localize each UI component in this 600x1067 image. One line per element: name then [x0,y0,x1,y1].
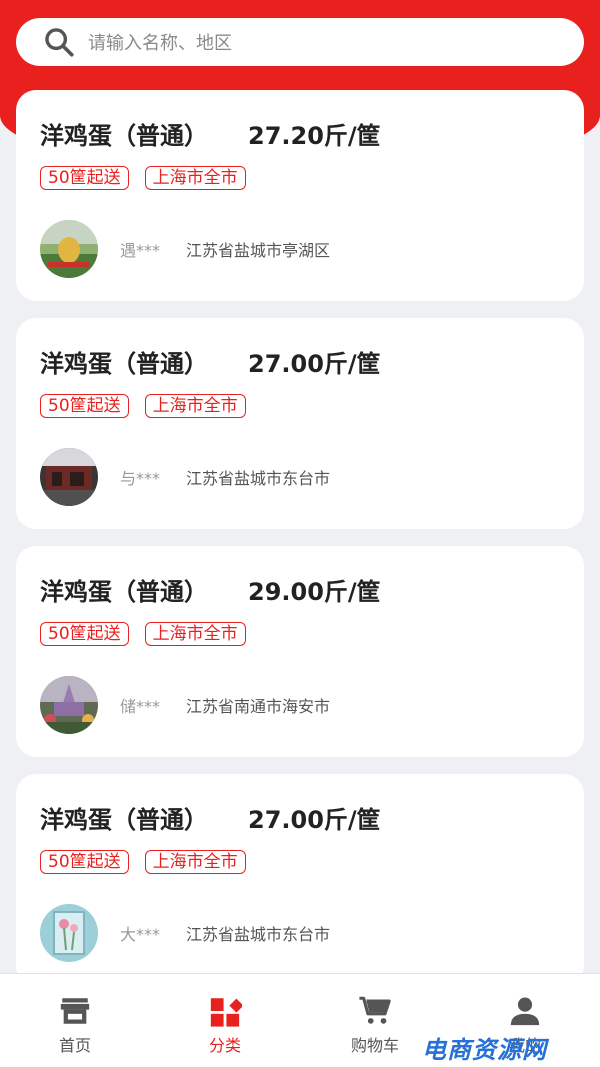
product-price: 27.00斤/筐 [248,806,381,834]
product-list: 洋鸡蛋（普通） 27.20斤/筐 50筐起送 上海市全市 遇*** 江苏省盐城市… [16,90,584,973]
tab-home[interactable]: 首页 [0,974,150,1067]
tag-group: 50筐起送 上海市全市 [40,166,246,190]
min-order-tag: 50筐起送 [40,394,129,418]
tab-category[interactable]: 分类 [150,974,300,1067]
tag-group: 50筐起送 上海市全市 [40,850,246,874]
seller-name: 大*** [120,925,161,944]
seller-name: 储*** [120,697,161,716]
seller-location: 江苏省盐城市亭湖区 [186,241,331,260]
avatar [40,676,98,734]
seller-location: 江苏省盐城市东台市 [186,469,331,488]
min-order-tag: 50筐起送 [40,850,129,874]
product-title: 洋鸡蛋（普通） [40,122,208,150]
tag-group: 50筐起送 上海市全市 [40,622,246,646]
product-title: 洋鸡蛋（普通） [40,578,208,606]
tab-label: 首页 [58,1036,91,1055]
seller-name: 与*** [120,469,161,488]
category-icon [210,998,242,1027]
product-card[interactable]: 洋鸡蛋（普通） 27.00斤/筐 50筐起送 上海市全市 大*** 江苏省盐城市… [16,774,584,973]
search-input[interactable]: 请输入名称、地区 [88,29,232,55]
delivery-area-tag: 上海市全市 [144,622,246,646]
store-icon [60,998,90,1024]
seller-info: 大*** 江苏省盐城市东台市 [40,904,330,962]
seller-info: 遇*** 江苏省盐城市亭湖区 [40,220,330,278]
min-order-tag: 50筐起送 [40,622,129,646]
product-card[interactable]: 洋鸡蛋（普通） 27.00斤/筐 50筐起送 上海市全市 与*** 江苏省盐城市… [16,318,584,529]
product-title: 洋鸡蛋（普通） [40,350,208,378]
user-icon [510,997,540,1026]
search-bar[interactable]: 请输入名称、地区 [16,18,584,66]
avatar [40,448,98,506]
seller-location: 江苏省盐城市东台市 [186,925,331,944]
product-card[interactable]: 洋鸡蛋（普通） 27.20斤/筐 50筐起送 上海市全市 遇*** 江苏省盐城市… [16,90,584,301]
tag-group: 50筐起送 上海市全市 [40,394,246,418]
product-price: 27.20斤/筐 [248,122,381,150]
seller-info: 储*** 江苏省南通市海安市 [40,676,330,734]
delivery-area-tag: 上海市全市 [144,850,246,874]
delivery-area-tag: 上海市全市 [144,166,246,190]
tab-label: 分类 [208,1036,241,1055]
seller-location: 江苏省南通市海安市 [186,697,331,716]
avatar [40,220,98,278]
product-title-row: 洋鸡蛋（普通） 27.00斤/筐 [40,800,381,835]
seller-info: 与*** 江苏省盐城市东台市 [40,448,330,506]
seller-name: 遇*** [120,241,161,260]
product-price: 29.00斤/筐 [248,578,381,606]
watermark: 电商资源网 [422,1036,547,1064]
product-title-row: 洋鸡蛋（普通） 27.00斤/筐 [40,344,381,379]
search-icon [45,28,74,57]
product-title-row: 洋鸡蛋（普通） 27.20斤/筐 [40,116,381,151]
product-title: 洋鸡蛋（普通） [40,806,208,834]
product-title-row: 洋鸡蛋（普通） 29.00斤/筐 [40,572,381,607]
avatar [40,904,98,962]
delivery-area-tag: 上海市全市 [144,394,246,418]
product-price: 27.00斤/筐 [248,350,381,378]
min-order-tag: 50筐起送 [40,166,129,190]
product-card[interactable]: 洋鸡蛋（普通） 29.00斤/筐 50筐起送 上海市全市 储*** 江苏省南通市… [16,546,584,757]
tab-label: 购物车 [350,1036,399,1055]
cart-icon [359,996,391,1024]
